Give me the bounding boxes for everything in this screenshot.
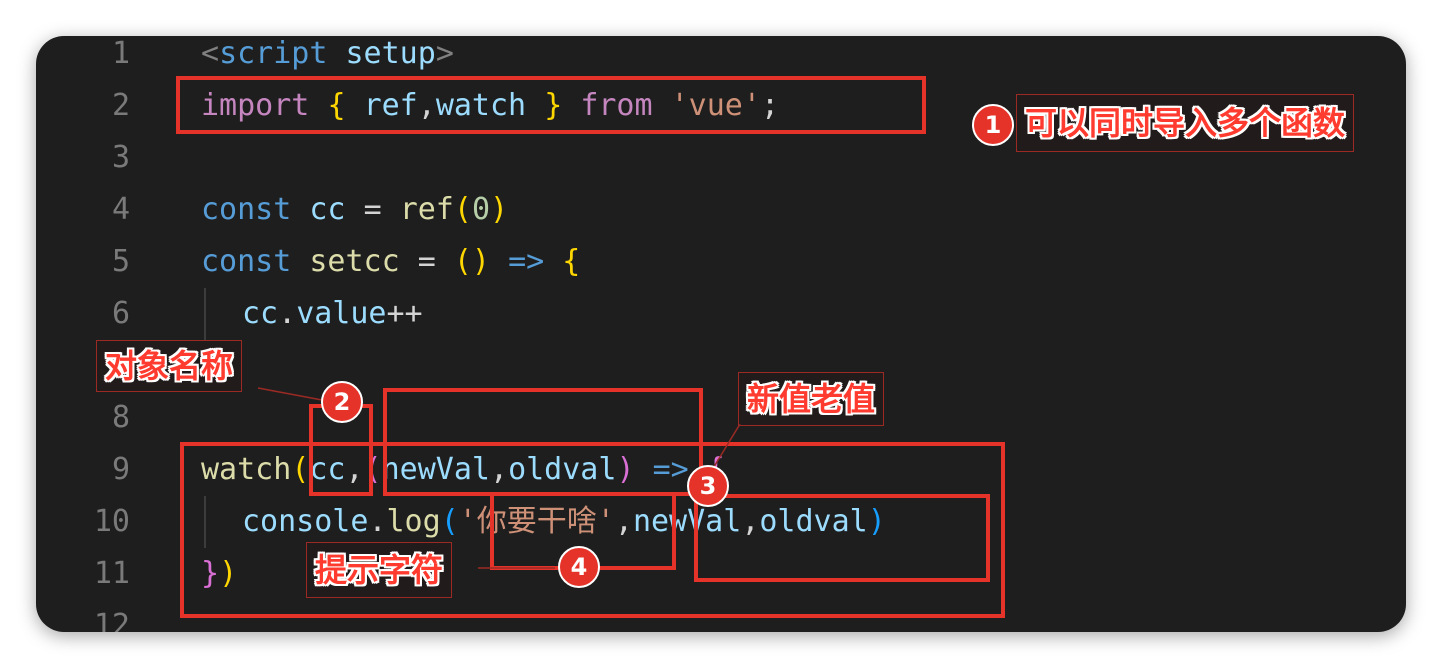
code-line-8: 8 — [36, 392, 1406, 444]
line-number: 5 — [111, 244, 130, 279]
code-line-5: 5 const setcc = () => { — [36, 236, 1406, 288]
annotation-label-2: 对象名称 — [96, 340, 243, 392]
line-number: 2 — [111, 88, 130, 123]
code-text[interactable]: const cc = ref(0) — [201, 184, 508, 236]
annotation-label-4: 提示字符 — [306, 542, 453, 598]
code-text[interactable]: <script setup> — [201, 36, 454, 80]
code-line-6: 6 cc.value++ — [36, 288, 1406, 340]
indent-guide — [204, 288, 206, 340]
code-text[interactable]: const setcc = () => { — [201, 236, 580, 288]
line-number: 9 — [111, 452, 130, 487]
highlight-box-values — [694, 494, 990, 582]
line-number: 4 — [111, 192, 130, 227]
code-line-1: 1 <script setup> — [36, 36, 1406, 80]
annotation-badge-1: 1 — [972, 104, 1014, 146]
line-number: 8 — [111, 400, 130, 435]
line-number: 1 — [111, 36, 130, 71]
annotation-label-1: 可以同时导入多个函数 — [1016, 94, 1355, 152]
line-number: 11 — [93, 556, 130, 591]
line-number: 6 — [111, 296, 130, 331]
highlight-box-import — [176, 76, 926, 134]
annotation-label-3: 新值老值 — [738, 372, 885, 426]
line-number: 3 — [111, 140, 130, 175]
line-number: 10 — [93, 504, 130, 539]
code-text[interactable]: cc.value++ — [242, 288, 423, 340]
code-line-4: 4 const cc = ref(0) — [36, 184, 1406, 236]
line-number: 12 — [93, 608, 130, 632]
annotation-badge-4: 4 — [558, 546, 600, 588]
annotation-badge-2: 2 — [321, 381, 363, 423]
annotation-badge-3: 3 — [687, 465, 729, 507]
